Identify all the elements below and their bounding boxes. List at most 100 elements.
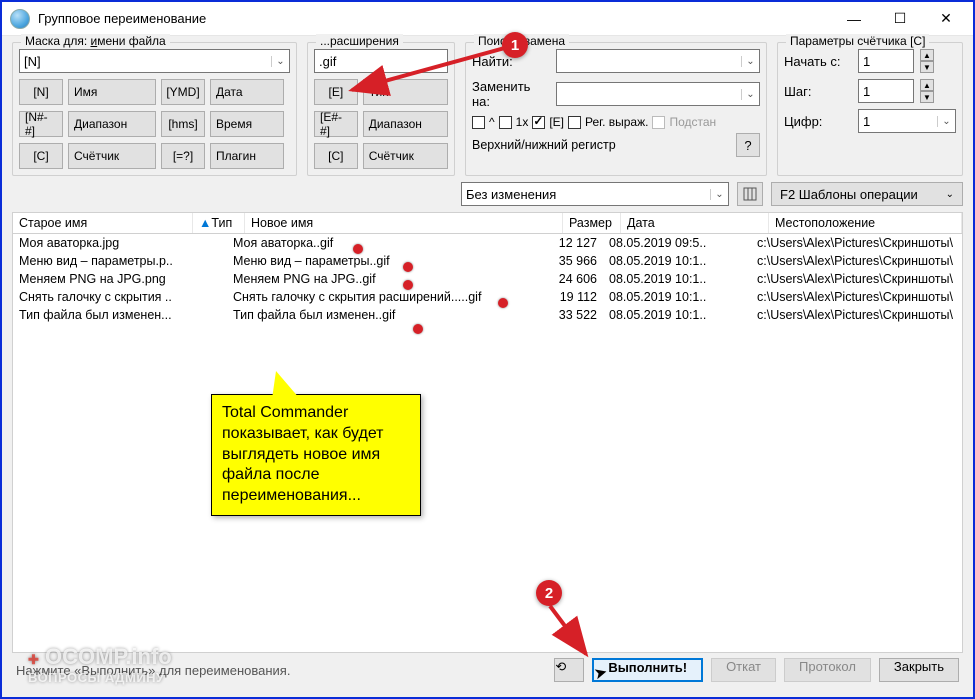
chk-caret[interactable] [472,116,485,129]
callout: Total Commander показывает, как будет вы… [211,394,421,516]
case-select[interactable]: ⌄ [461,182,729,206]
hdr-old[interactable]: Старое имя [13,213,193,233]
cell-size: 19 112 [545,290,603,304]
find-input-wrap[interactable]: ⌄ [556,49,760,73]
help-button[interactable]: ? [736,133,760,157]
step-label: Шаг: [784,84,852,99]
cell-old: Моя аваторка.jpg [13,236,193,250]
hdr-loc[interactable]: Местоположение [769,213,962,233]
mask-btn-date[interactable]: Дата [210,79,284,105]
case-hint: Верхний/нижний регистр [472,138,730,152]
chk-subst[interactable] [652,116,665,129]
close-button[interactable]: ✕ [923,4,969,34]
hdr-date[interactable]: Дата [621,213,769,233]
case-dropdown-icon[interactable]: ⌄ [710,189,728,200]
counter-group: Параметры счётчика [C] Начать с: ▲▼ Шаг:… [777,42,963,176]
mask-btn-hms[interactable]: [hms] [161,111,205,137]
table-row[interactable]: Снять галочку с скрытия ..Снять галочку … [13,288,962,306]
mask-dropdown-icon[interactable]: ⌄ [271,56,289,67]
replace-input[interactable] [557,83,741,105]
table-header: Старое имя ▲Тип Новое имя Размер Дата Ме… [12,212,963,234]
dot-4 [498,298,508,308]
cell-new: Моя аваторка..gif [227,236,545,250]
digits-dropdown-icon[interactable]: ⌄ [937,116,955,127]
cell-date: 08.05.2019 10:1.. [603,290,751,304]
cell-loc: c:\Users\Alex\Pictures\Скриншоты\ [751,254,962,268]
hdr-type[interactable]: ▲Тип [193,213,245,233]
cell-loc: c:\Users\Alex\Pictures\Скриншоты\ [751,272,962,286]
protocol-button[interactable]: Протокол [784,658,871,682]
chk-1x[interactable] [499,116,512,129]
dot-1 [353,244,363,254]
marker-2: 2 [536,580,562,606]
cell-date: 08.05.2019 10:1.. [603,308,751,322]
cell-old: Меню вид – параметры.p.. [13,254,193,268]
watermark: ✚ OCOMP.info ВОПРОСЫ АДМИНУ [28,644,172,685]
templates-button[interactable]: F2 Шаблоны операции ⌄ [771,182,963,206]
ext-btn-type[interactable]: Тип [363,79,448,105]
mask-btn-range-label[interactable]: Диапазон [68,111,156,137]
cell-old: Меняем PNG на JPG.png [13,272,193,286]
cell-size: 12 127 [545,236,603,250]
columns-icon [743,187,757,201]
digits-select[interactable]: ⌄ [858,109,956,133]
minimize-button[interactable]: — [831,4,877,34]
chk-e[interactable] [532,116,545,129]
table-row[interactable]: Меняем PNG на JPG.png Меняем PNG на JPG..… [13,270,962,288]
app-icon [10,9,30,29]
replace-label: Заменить на: [472,79,550,109]
hdr-size[interactable]: Размер [563,213,621,233]
cell-new: Меню вид – параметры..gif [227,254,545,268]
cell-date: 08.05.2019 10:1.. [603,272,751,286]
start-spin[interactable]: ▲▼ [920,49,934,73]
find-input[interactable] [557,50,741,72]
cell-loc: c:\Users\Alex\Pictures\Скриншоты\ [751,290,962,304]
ext-btn-e[interactable]: [E] [314,79,358,105]
table-body: Моя аваторка.jpgМоя аваторка..gif12 1270… [12,234,963,653]
dot-5 [413,324,423,334]
start-input[interactable] [858,49,914,73]
start-label: Начать с: [784,54,852,69]
mask-btn-time[interactable]: Время [210,111,284,137]
cell-date: 08.05.2019 10:1.. [603,254,751,268]
ext-btn-counter[interactable]: Счётчик [363,143,448,169]
ext-btn-range[interactable]: [E#-#] [314,111,358,137]
edit-config-button[interactable] [737,182,763,206]
replace-input-wrap[interactable]: ⌄ [556,82,760,106]
cell-loc: c:\Users\Alex\Pictures\Скриншоты\ [751,236,962,250]
step-spin[interactable]: ▲▼ [920,79,934,103]
mask-btn-range[interactable]: [N#-#] [19,111,63,137]
mask-btn-c[interactable]: [C] [19,143,63,169]
cell-new: Тип файла был изменен..gif [227,308,545,322]
reload-button[interactable]: ⟲ [554,658,584,682]
mask-btn-counter[interactable]: Счётчик [68,143,156,169]
table-row[interactable]: Моя аваторка.jpg Моя аваторка..gif12 1270… [13,234,962,252]
table-row[interactable]: Меню вид – параметры.p.. Меню вид – парам… [13,252,962,270]
mask-btn-n[interactable]: [N] [19,79,63,105]
dot-3 [403,280,413,290]
maximize-button[interactable]: ☐ [877,4,923,34]
chk-regex[interactable] [568,116,581,129]
hdr-new[interactable]: Новое имя [245,213,563,233]
cell-date: 08.05.2019 09:5.. [603,236,751,250]
cell-new: Меняем PNG на JPG..gif [227,272,545,286]
mask-input-wrap[interactable]: ⌄ [19,49,290,73]
step-input[interactable] [858,79,914,103]
undo-button[interactable]: Откат [711,658,776,682]
mask-input[interactable] [20,50,271,72]
ext-input[interactable] [314,49,448,73]
find-dropdown-icon[interactable]: ⌄ [741,56,759,67]
replace-dropdown-icon[interactable]: ⌄ [741,89,759,100]
table-row[interactable]: Тип файла был изменен...Тип файла был из… [13,306,962,324]
mask-group-label: Маска для: имени файла [21,34,170,48]
titlebar: Групповое переименование — ☐ ✕ [2,2,973,36]
mask-btn-name[interactable]: Имя [68,79,156,105]
marker-1: 1 [502,32,528,58]
digits-label: Цифр: [784,114,852,129]
ext-btn-range-label[interactable]: Диапазон [363,111,448,137]
close-dialog-button[interactable]: Закрыть [879,658,959,682]
mask-btn-ymd[interactable]: [YMD] [161,79,205,105]
ext-btn-c[interactable]: [C] [314,143,358,169]
mask-btn-plugin-label[interactable]: Плагин [210,143,284,169]
mask-btn-plugin[interactable]: [=?] [161,143,205,169]
